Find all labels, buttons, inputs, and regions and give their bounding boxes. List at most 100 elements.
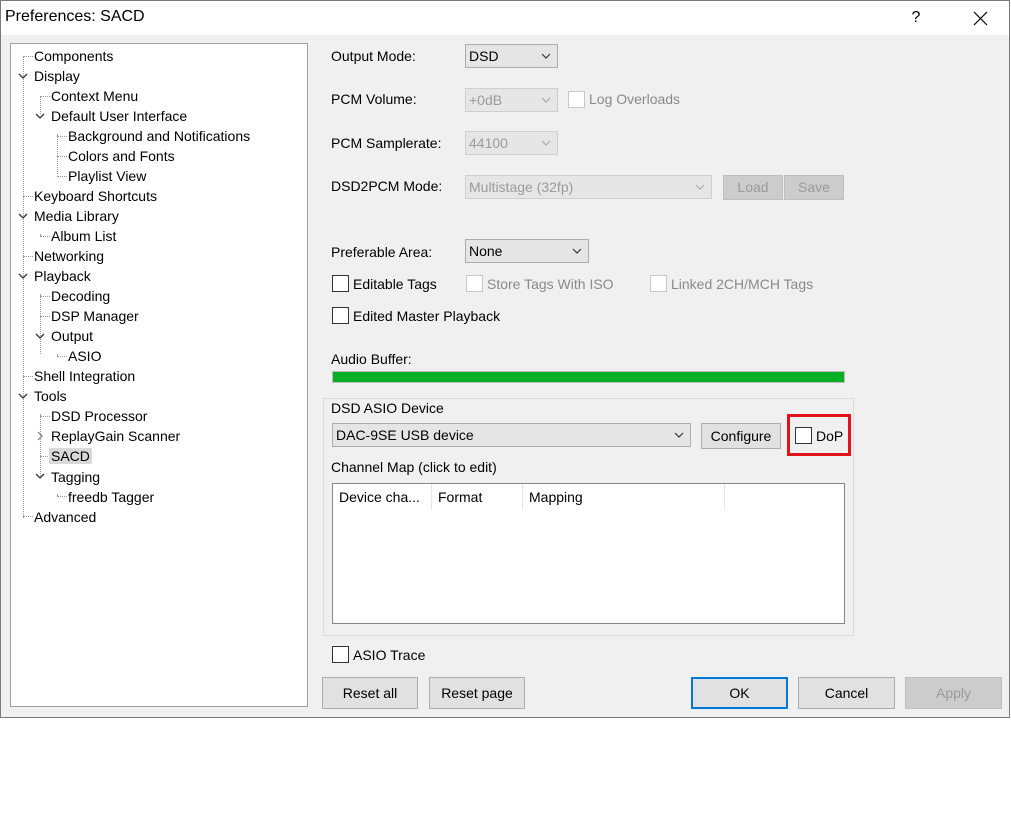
pcm-samplerate-value: 44100 [469,135,508,151]
tree-item-label: SACD [49,448,92,464]
tree-item-label: Colors and Fonts [68,148,175,164]
tree-item-label: Display [34,68,80,84]
column-header-mapping[interactable]: Mapping [523,484,725,510]
tree-guide [40,296,50,297]
tree-item-background-notifications[interactable]: Background and Notifications [68,126,250,146]
tree-item-label: Playlist View [68,168,147,184]
tree-item-playback[interactable]: Playback [34,266,91,286]
tree-item-label: ASIO [68,348,102,364]
column-header-device-channel[interactable]: Device cha... [333,484,432,510]
tree-item-replaygain-scanner[interactable]: ReplayGain Scanner [51,426,180,446]
chevron-down-icon [695,184,705,190]
tree-item-decoding[interactable]: Decoding [51,286,110,306]
output-mode-select[interactable]: DSD [465,44,558,68]
tree-item-tools[interactable]: Tools [34,386,67,406]
chevron-down-icon [674,432,684,438]
asio-trace-label: ASIO Trace [353,647,426,663]
tree-item-asio[interactable]: ASIO [68,346,101,366]
chevron-down-icon[interactable] [35,331,45,341]
column-header-format[interactable]: Format [432,484,523,510]
tree-item-album-list[interactable]: Album List [51,226,116,246]
chevron-down-icon [541,53,551,59]
log-overloads-label: Log Overloads [589,91,681,107]
ok-button[interactable]: OK [691,677,788,709]
reset-all-button[interactable]: Reset all [322,677,418,709]
tree-item-label: Background and Notifications [68,128,251,144]
tree-item-media-library[interactable]: Media Library [34,206,119,226]
tree-item-advanced[interactable]: Advanced [34,507,96,527]
save-button[interactable]: Save [784,175,844,200]
tree-guide [23,256,33,257]
tree-item-colors-fonts[interactable]: Colors and Fonts [68,146,175,166]
asio-trace-checkbox[interactable] [332,646,349,663]
tree-item-label: Shell Integration [34,368,136,384]
pcm-samplerate-select[interactable]: 44100 [465,131,558,155]
tree-guide [40,416,50,417]
tree-guide [40,236,50,237]
tree-item-shell-integration[interactable]: Shell Integration [34,366,135,386]
tree-item-display[interactable]: Display [34,66,80,86]
tree-item-output[interactable]: Output [51,326,93,346]
store-tags-label: Store Tags With ISO [487,276,614,292]
tree-item-tagging[interactable]: Tagging [51,467,100,487]
tree-item-label: Keyboard Shortcuts [34,188,157,204]
tree-guide [23,516,33,517]
pcm-volume-label: PCM Volume: [331,91,417,107]
chevron-down-icon[interactable] [18,391,28,401]
output-mode-label: Output Mode: [331,48,416,64]
audio-buffer-label: Audio Buffer: [331,351,412,367]
channel-map-label: Channel Map (click to edit) [331,459,497,475]
store-tags-checkbox[interactable] [466,275,483,292]
tree-guide [57,156,67,157]
tree-guide [57,136,67,137]
channel-map-list[interactable]: Device cha... Format Mapping [332,483,845,624]
chevron-down-icon[interactable] [35,471,45,481]
pcm-samplerate-label: PCM Samplerate: [331,135,442,151]
reset-page-button[interactable]: Reset page [429,677,525,709]
preferable-area-value: None [469,243,503,259]
tree-item-networking[interactable]: Networking [34,246,104,266]
tree-item-label: Album List [51,228,117,244]
configure-button[interactable]: Configure [701,423,781,449]
pcm-volume-select[interactable]: +0dB [465,88,558,112]
help-button[interactable]: ? [899,1,933,35]
tree-item-context-menu[interactable]: Context Menu [51,86,138,106]
editable-tags-checkbox[interactable] [332,275,349,292]
audio-buffer-progress [332,371,845,383]
chevron-down-icon[interactable] [18,211,28,221]
tree-item-sacd[interactable]: SACD [49,446,92,466]
dsd-asio-label: DSD ASIO Device [331,400,444,416]
preferable-area-select[interactable]: None [465,239,589,263]
tree-guide [57,134,58,174]
tree-item-label: Components [34,48,114,64]
preferences-tree[interactable]: Components Display Context Menu Default … [10,43,308,707]
tree-item-label: Default User Interface [51,108,188,124]
apply-button[interactable]: Apply [905,677,1002,709]
cancel-button[interactable]: Cancel [798,677,895,709]
chevron-right-icon[interactable] [35,431,45,441]
chevron-down-icon[interactable] [18,71,28,81]
linked-tags-checkbox[interactable] [650,275,667,292]
tree-item-playlist-view[interactable]: Playlist View [68,166,146,186]
tree-item-components[interactable]: Components [34,46,113,66]
edited-master-checkbox[interactable] [332,307,349,324]
chevron-down-icon[interactable] [18,271,28,281]
title-bar: Preferences: SACD ? [1,1,1009,35]
tree-item-dsp-manager[interactable]: DSP Manager [51,306,139,326]
tree-guide [23,56,33,57]
dsd2pcm-label: DSD2PCM Mode: [331,178,443,194]
tree-item-default-ui[interactable]: Default User Interface [51,106,187,126]
tree-item-freedb-tagger[interactable]: freedb Tagger [68,487,154,507]
tree-item-keyboard-shortcuts[interactable]: Keyboard Shortcuts [34,186,157,206]
tree-guide [23,376,33,377]
dsd2pcm-select[interactable]: Multistage (32fp) [465,175,712,199]
tree-item-label: freedb Tagger [68,489,155,505]
chevron-down-icon [572,248,582,254]
load-button[interactable]: Load [723,175,783,200]
close-button[interactable] [959,1,1003,35]
asio-device-select[interactable]: DAC-9SE USB device [332,423,691,447]
log-overloads-checkbox[interactable] [568,91,585,108]
chevron-down-icon[interactable] [35,111,45,121]
window-title: Preferences: SACD [5,8,145,25]
tree-item-dsd-processor[interactable]: DSD Processor [51,406,147,426]
